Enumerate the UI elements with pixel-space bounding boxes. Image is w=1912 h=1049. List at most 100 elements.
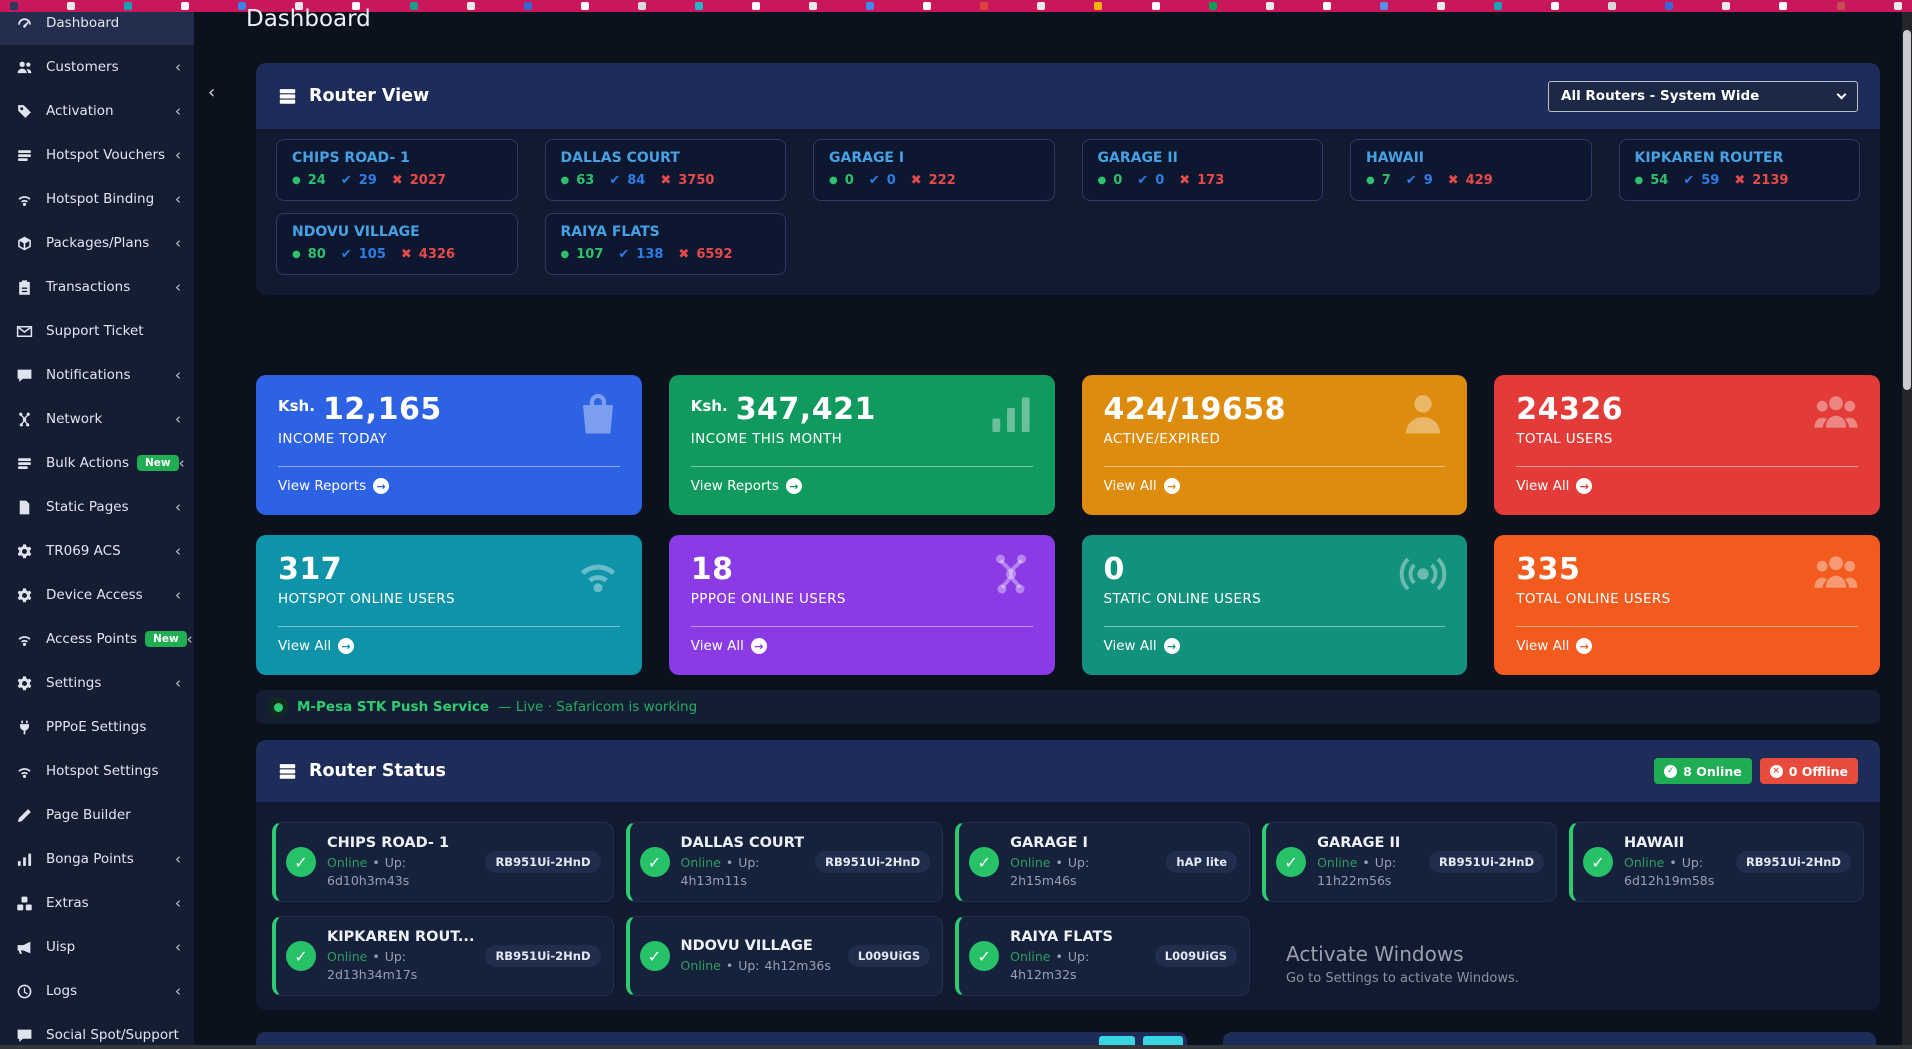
chevron-down-icon: [1837, 89, 1847, 99]
view-all-link[interactable]: View All→: [1516, 638, 1592, 654]
tab-favicon[interactable]: [1894, 2, 1902, 10]
router-card-garage-1[interactable]: GARAGE I ●0 ✔0 ✖222: [813, 139, 1055, 201]
router-status-card-chips-road-1[interactable]: ✓ CHIPS ROAD- 1 Online•Up:6d10h3m43s RB9…: [272, 822, 614, 902]
tab-favicon[interactable]: [1094, 2, 1102, 10]
view-all-link[interactable]: View All→: [1516, 478, 1592, 494]
sidebar-item-customers[interactable]: Customers ‹: [0, 45, 194, 89]
router-card-chips-road-1[interactable]: CHIPS ROAD- 1 ●24 ✔29 ✖2027: [276, 139, 518, 201]
router-status-card-dallas-court[interactable]: ✓ DALLAS COURT Online•Up:4h13m11s RB951U…: [626, 822, 944, 902]
sidebar-item-hotspot-vouchers[interactable]: Hotspot Vouchers ‹: [0, 133, 194, 177]
router-card-raiya-flats[interactable]: RAIYA FLATS ●107 ✔138 ✖6592: [545, 213, 787, 275]
sidebar-collapse-icon[interactable]: ‹: [208, 82, 215, 103]
tab-favicon[interactable]: [695, 2, 703, 10]
model-badge: RB951Ui-2HnD: [1736, 851, 1851, 873]
router-card-kipkaren-router[interactable]: KIPKAREN ROUTER ●54 ✔59 ✖2139: [1619, 139, 1861, 201]
sidebar-item-device-access[interactable]: Device Access ‹: [0, 573, 194, 617]
sidebar-item-activation[interactable]: Activation ‹: [0, 89, 194, 133]
router-status-card-garage-2[interactable]: ✓ GARAGE II Online•Up:11h22m56s RB951Ui-…: [1262, 822, 1557, 902]
tab-favicon[interactable]: [1551, 2, 1559, 10]
sidebar-item-dashboard[interactable]: Dashboard: [0, 12, 194, 45]
view-reports-link[interactable]: View Reports→: [691, 478, 802, 494]
arrow-circle-icon: →: [1576, 478, 1592, 494]
tab-favicon[interactable]: [410, 2, 418, 10]
sidebar-item-bonga-points[interactable]: Bonga Points ‹: [0, 837, 194, 881]
router-status-card-kipkaren-router[interactable]: ✓ KIPKAREN ROUT... Online•Up:2d13h34m17s…: [272, 916, 614, 996]
scrollbar-thumb[interactable]: [1903, 30, 1911, 390]
router-filter-select[interactable]: All Routers - System Wide: [1548, 81, 1858, 112]
tab-favicon[interactable]: [1608, 2, 1616, 10]
expired-count: 4326: [419, 247, 455, 262]
server-icon: [278, 762, 297, 781]
tab-favicon[interactable]: [1779, 2, 1787, 10]
tab-favicon[interactable]: [1323, 2, 1331, 10]
sidebar-item-pppoe-settings[interactable]: PPPoE Settings: [0, 705, 194, 749]
stat-label: TOTAL USERS: [1516, 431, 1858, 447]
sidebar-item-bulk-actions[interactable]: Bulk Actions New ‹: [0, 441, 194, 485]
sidebar-item-uisp[interactable]: Uisp ‹: [0, 925, 194, 969]
x-icon: ✖: [911, 173, 922, 188]
stat-value: 0: [1104, 552, 1125, 587]
router-card-dallas-court[interactable]: DALLAS COURT ●63 ✔84 ✖3750: [545, 139, 787, 201]
sidebar-item-extras[interactable]: Extras ‹: [0, 881, 194, 925]
view-all-link[interactable]: View All→: [1104, 638, 1180, 654]
tab-favicon[interactable]: [524, 2, 532, 10]
view-all-link[interactable]: View All→: [1104, 478, 1180, 494]
tab-favicon[interactable]: [809, 2, 817, 10]
sidebar-item-tr069-acs[interactable]: TR069 ACS ‹: [0, 529, 194, 573]
view-reports-link[interactable]: View Reports→: [278, 478, 389, 494]
tab-favicon[interactable]: [1037, 2, 1045, 10]
model-badge: RB951Ui-2HnD: [1429, 851, 1544, 873]
sidebar-item-support-ticket[interactable]: Support Ticket: [0, 309, 194, 353]
tab-favicon[interactable]: [581, 2, 589, 10]
sidebar-item-transactions[interactable]: Transactions ‹: [0, 265, 194, 309]
tab-favicon[interactable]: [923, 2, 931, 10]
view-all-link[interactable]: View All→: [278, 638, 354, 654]
tab-favicon[interactable]: [1380, 2, 1388, 10]
sidebar-item-hotspot-binding[interactable]: Hotspot Binding ‹: [0, 177, 194, 221]
sidebar-item-packages-plans[interactable]: Packages/Plans ‹: [0, 221, 194, 265]
tab-favicon[interactable]: [1266, 2, 1274, 10]
tab-favicon[interactable]: [1665, 2, 1673, 10]
tab-favicon[interactable]: [1722, 2, 1730, 10]
horizontal-scrollbar[interactable]: [0, 1045, 1912, 1049]
sidebar-item-network[interactable]: Network ‹: [0, 397, 194, 441]
online-badge[interactable]: ✓ 8 Online: [1654, 758, 1752, 784]
router-status-card-hawaii[interactable]: ✓ HAWAII Online•Up:6d12h19m58s RB951Ui-2…: [1569, 822, 1864, 902]
vertical-scrollbar[interactable]: [1902, 12, 1912, 1049]
router-status-card-raiya-flats[interactable]: ✓ RAIYA FLATS Online•Up:4h12m32s L009UiG…: [955, 916, 1250, 996]
router-card-hawaii[interactable]: HAWAII ●7 ✔9 ✖429: [1350, 139, 1592, 201]
active-count: 0: [887, 173, 896, 188]
active-count: 9: [1424, 173, 1433, 188]
tab-favicon[interactable]: [1837, 2, 1845, 10]
sidebar-item-notifications[interactable]: Notifications ‹: [0, 353, 194, 397]
router-card-ndovu-village[interactable]: NDOVU VILLAGE ●80 ✔105 ✖4326: [276, 213, 518, 275]
currency-prefix: Ksh.: [691, 397, 728, 415]
sidebar-item-page-builder[interactable]: Page Builder: [0, 793, 194, 837]
offline-badge[interactable]: × 0 Offline: [1760, 758, 1858, 784]
tab-favicon[interactable]: [752, 2, 760, 10]
sidebar-item-settings[interactable]: Settings ‹: [0, 661, 194, 705]
tab-favicon[interactable]: [10, 2, 18, 10]
tab-favicon[interactable]: [638, 2, 646, 10]
view-all-link[interactable]: View All→: [691, 638, 767, 654]
tab-favicon[interactable]: [124, 2, 132, 10]
tab-favicon[interactable]: [1437, 2, 1445, 10]
tab-favicon[interactable]: [1494, 2, 1502, 10]
router-card-garage-2[interactable]: GARAGE II ●0 ✔0 ✖173: [1082, 139, 1324, 201]
tab-favicon[interactable]: [181, 2, 189, 10]
router-status-card-ndovu-village[interactable]: ✓ NDOVU VILLAGE Online•Up:4h12m36s L009U…: [626, 916, 944, 996]
tab-favicon[interactable]: [67, 2, 75, 10]
tab-favicon[interactable]: [1209, 2, 1217, 10]
sidebar-item-hotspot-settings[interactable]: Hotspot Settings: [0, 749, 194, 793]
tab-favicon[interactable]: [467, 2, 475, 10]
router-status-card-garage-1[interactable]: ✓ GARAGE I Online•Up:2h15m46s hAP lite: [955, 822, 1250, 902]
router-name: GARAGE I: [829, 150, 1039, 166]
gear-icon: [16, 675, 33, 692]
sidebar-item-access-points[interactable]: Access Points New ‹: [0, 617, 194, 661]
sidebar-item-social-spot-support[interactable]: Social Spot/Support: [0, 1013, 194, 1045]
tab-favicon[interactable]: [980, 2, 988, 10]
sidebar-item-static-pages[interactable]: Static Pages ‹: [0, 485, 194, 529]
tab-favicon[interactable]: [1152, 2, 1160, 10]
tab-favicon[interactable]: [866, 2, 874, 10]
sidebar-item-logs[interactable]: Logs ‹: [0, 969, 194, 1013]
